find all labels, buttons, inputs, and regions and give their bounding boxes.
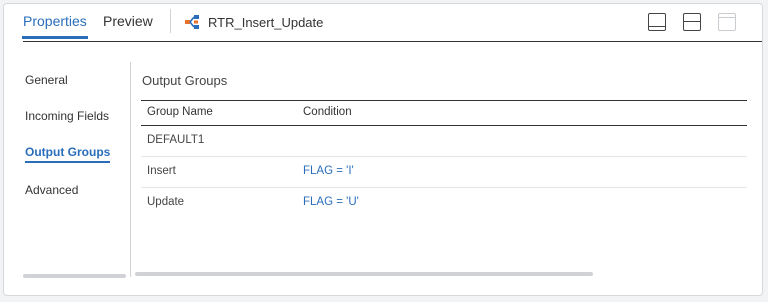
header-divider — [170, 9, 171, 33]
output-groups-section: Output Groups Group Name Condition DEFAU… — [141, 42, 747, 295]
table-row[interactable]: Update FLAG = 'U' — [141, 188, 747, 218]
main-scrollbar[interactable] — [135, 272, 593, 276]
group-name-cell: DEFAULT1 — [147, 134, 205, 146]
group-name-cell: Update — [147, 196, 185, 208]
table-row[interactable]: Insert FLAG = 'I' — [141, 157, 747, 188]
properties-panel: Properties Preview RTR_Insert_Update Gen… — [3, 3, 763, 296]
sidebar-item-general[interactable]: General — [25, 73, 68, 87]
object-name: RTR_Insert_Update — [208, 14, 324, 30]
table-row[interactable]: DEFAULT1 — [141, 126, 747, 157]
sidebar-item-advanced[interactable]: Advanced — [25, 183, 78, 197]
section-title: Output Groups — [142, 73, 228, 88]
sidebar-item-incoming-fields[interactable]: Incoming Fields — [25, 109, 109, 123]
panel-header: Properties Preview RTR_Insert_Update — [4, 4, 762, 42]
column-header-group-name[interactable]: Group Name — [147, 106, 213, 118]
layout-buttons — [648, 13, 736, 31]
condition-cell[interactable]: FLAG = 'U' — [303, 196, 359, 208]
tab-properties[interactable]: Properties — [22, 9, 88, 39]
tab-preview[interactable]: Preview — [103, 9, 153, 39]
sidebar-item-output-groups[interactable]: Output Groups — [25, 145, 111, 163]
output-groups-table: Group Name Condition DEFAULT1 Insert FLA… — [141, 100, 747, 218]
sidebar-scrollbar[interactable] — [23, 274, 126, 278]
table-header: Group Name Condition — [141, 100, 747, 126]
panel-split-layout-icon[interactable] — [683, 13, 701, 31]
panel-top-layout-icon — [718, 13, 736, 31]
sidebar: General Incoming Fields Output Groups Ad… — [4, 42, 130, 295]
group-name-cell: Insert — [147, 165, 176, 177]
sidebar-divider — [130, 62, 131, 277]
object-title: RTR_Insert_Update — [184, 12, 323, 32]
router-transformation-icon — [185, 15, 199, 29]
column-header-condition[interactable]: Condition — [303, 106, 352, 118]
condition-cell[interactable]: FLAG = 'I' — [303, 165, 354, 177]
panel-bottom-layout-icon[interactable] — [648, 13, 666, 31]
